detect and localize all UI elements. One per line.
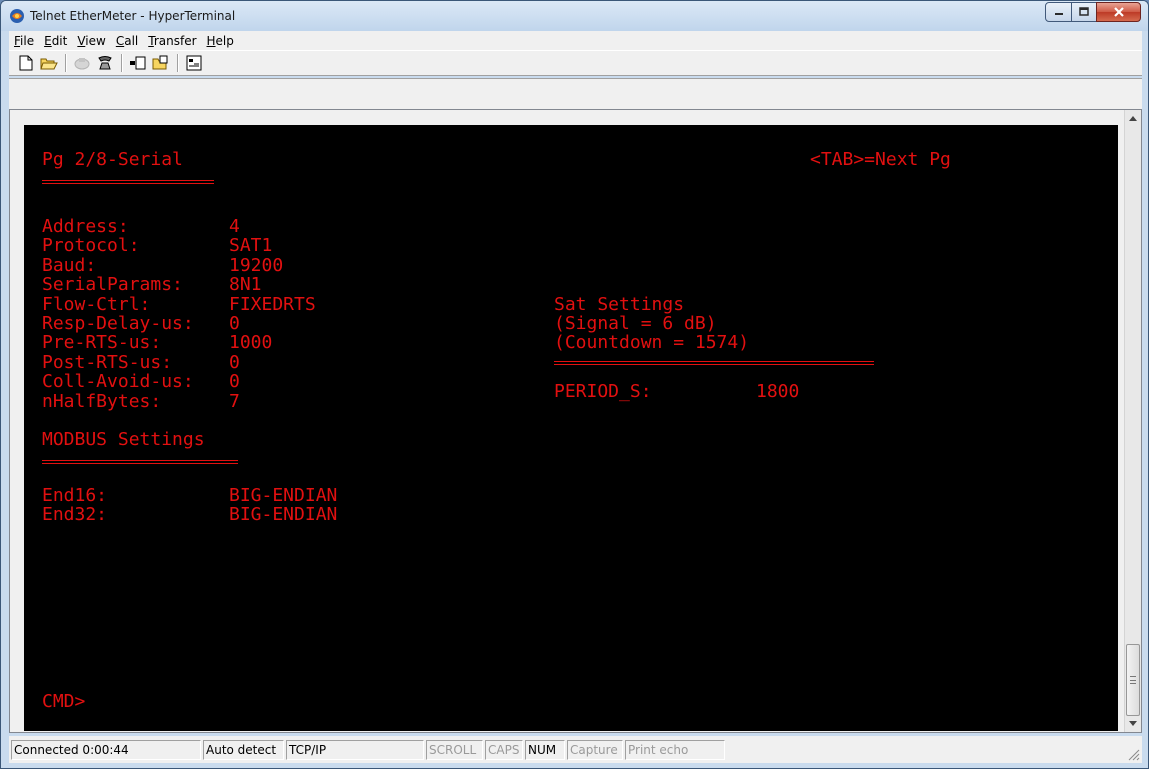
serial-label: Coll-Avoid-us: — [42, 371, 194, 392]
open-button[interactable] — [38, 53, 60, 73]
status-capture: Capture — [567, 739, 623, 760]
toolbar — [9, 50, 1142, 76]
status-num: NUM — [525, 739, 565, 760]
terminal-screen[interactable]: Pg 2/8-Serial <TAB>=Next Pg Address: Pro… — [24, 125, 1118, 731]
maximize-button[interactable] — [1071, 2, 1097, 22]
terminal-pane: Pg 2/8-Serial <TAB>=Next Pg Address: Pro… — [9, 109, 1142, 733]
dial-icon — [98, 56, 112, 70]
toolbar-separator — [121, 54, 123, 72]
status-connected: Connected 0:00:44 — [11, 739, 201, 760]
hyperterminal-window: Telnet EtherMeter - HyperTerminal File E… — [0, 0, 1149, 769]
serial-value: 0 — [229, 371, 240, 392]
period-value: 1800 — [756, 381, 800, 402]
menu-edit[interactable]: Edit — [39, 34, 72, 48]
toolbar-separator — [177, 54, 179, 72]
close-button[interactable] — [1096, 2, 1141, 22]
vertical-scrollbar[interactable] — [1124, 110, 1141, 732]
toolbar-separator — [65, 54, 67, 72]
serial-label: Flow-Ctrl: — [42, 294, 151, 315]
serial-value: 0 — [229, 313, 240, 334]
properties-button[interactable] — [183, 53, 205, 73]
serial-value: 0 — [229, 352, 240, 373]
dial-button[interactable] — [94, 53, 116, 73]
status-bar: Connected 0:00:44 Auto detect TCP/IP SCR… — [9, 736, 1142, 763]
modbus-heading: MODBUS Settings — [42, 429, 205, 450]
serial-value: 7 — [229, 391, 240, 412]
serial-label: SerialParams: — [42, 274, 183, 295]
close-icon — [1113, 7, 1124, 17]
modbus-value: BIG-ENDIAN — [229, 504, 338, 525]
sat-heading: Sat Settings — [554, 294, 685, 315]
serial-label: Protocol: — [42, 235, 140, 256]
period-label: PERIOD_S: — [554, 381, 652, 402]
caption-buttons — [1045, 2, 1141, 22]
disconnect-icon — [74, 58, 90, 70]
menu-bar: File Edit View Call Transfer Help — [9, 31, 1142, 50]
title-bar[interactable]: Telnet EtherMeter - HyperTerminal — [1, 1, 1148, 31]
maximize-icon — [1079, 7, 1089, 16]
disconnect-button[interactable] — [71, 53, 93, 73]
serial-value: 19200 — [229, 255, 284, 276]
serial-label: Resp-Delay-us: — [42, 313, 194, 334]
serial-label: Baud: — [42, 255, 97, 276]
serial-label: Pre-RTS-us: — [42, 332, 162, 353]
minimize-icon — [1054, 13, 1063, 15]
status-caps: CAPS — [485, 739, 523, 760]
client-area: Pg 2/8-Serial <TAB>=Next Pg Address: Pro… — [9, 78, 1142, 733]
modbus-label: End16: — [42, 485, 108, 506]
serial-value: SAT1 — [229, 235, 273, 256]
grip-icon — [1130, 676, 1136, 684]
sat-signal: (Signal = 6 dB) — [554, 313, 717, 334]
scroll-down-icon — [1129, 721, 1137, 726]
page-title: Pg 2/8-Serial — [42, 149, 183, 170]
title-underline — [42, 180, 214, 184]
serial-label: Post-RTS-us: — [42, 352, 173, 373]
tab-hint: <TAB>=Next Pg — [810, 149, 951, 170]
open-icon — [40, 58, 58, 70]
menu-help[interactable]: Help — [202, 34, 239, 48]
properties-icon — [186, 55, 202, 71]
menu-call[interactable]: Call — [111, 34, 143, 48]
status-detect: Auto detect — [203, 739, 284, 760]
status-protocol: TCP/IP — [286, 739, 424, 760]
modbus-underline — [42, 460, 238, 464]
sat-underline — [554, 361, 874, 365]
serial-value: 4 — [229, 216, 240, 237]
scroll-thumb[interactable] — [1126, 644, 1140, 716]
sat-countdown: (Countdown = 1574) — [554, 332, 750, 353]
new-icon — [19, 55, 33, 71]
serial-value: 1000 — [229, 332, 273, 353]
menu-transfer[interactable]: Transfer — [143, 34, 201, 48]
receive-button[interactable] — [150, 53, 172, 73]
receive-icon — [152, 55, 168, 70]
send-icon — [130, 56, 146, 70]
status-print-echo: Print echo — [625, 739, 725, 760]
minimize-button[interactable] — [1045, 2, 1072, 22]
serial-label: nHalfBytes: — [42, 391, 162, 412]
menu-view[interactable]: View — [72, 34, 110, 48]
hyperterminal-icon — [10, 9, 24, 23]
send-button[interactable] — [127, 53, 149, 73]
scroll-down-button[interactable] — [1125, 715, 1141, 732]
status-scroll: SCROLL — [426, 739, 483, 760]
modbus-label: End32: — [42, 504, 108, 525]
new-connection-button[interactable] — [15, 53, 37, 73]
serial-value: FIXEDRTS — [229, 294, 316, 315]
serial-value: 8N1 — [229, 274, 262, 295]
scroll-up-icon — [1129, 116, 1137, 121]
resize-grip-icon[interactable] — [1128, 749, 1140, 761]
modbus-value: BIG-ENDIAN — [229, 485, 338, 506]
command-prompt: CMD> — [42, 691, 86, 712]
serial-label: Address: — [42, 216, 129, 237]
scroll-up-button[interactable] — [1125, 110, 1141, 127]
menu-file[interactable]: File — [9, 34, 39, 48]
window-title: Telnet EtherMeter - HyperTerminal — [30, 9, 236, 23]
